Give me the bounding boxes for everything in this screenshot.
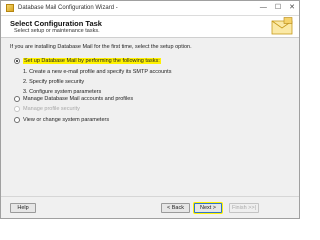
radio-view-change[interactable] xyxy=(14,117,20,123)
minimize-icon[interactable]: — xyxy=(260,3,267,12)
option-manage-accounts-label: Manage Database Mail accounts and profil… xyxy=(23,96,134,102)
help-button[interactable]: Help xyxy=(10,203,36,213)
wizard-window: Database Mail Configuration Wizard - — ☐… xyxy=(0,0,300,219)
setup-step-3: 3. Configure system parameters xyxy=(23,89,102,95)
option-view-change-label: View or change system parameters xyxy=(23,117,110,123)
finish-button: Finish >>| xyxy=(229,203,259,213)
close-icon[interactable]: ✕ xyxy=(289,3,295,12)
back-button[interactable]: < Back xyxy=(161,203,190,213)
next-button[interactable]: Next > xyxy=(194,203,222,213)
option-setup-label: Set up Database Mail by performing the f… xyxy=(23,58,161,64)
radio-setup[interactable] xyxy=(14,58,20,64)
maximize-icon[interactable]: ☐ xyxy=(275,3,281,12)
option-setup[interactable]: Set up Database Mail by performing the f… xyxy=(14,58,161,64)
wizard-header: Select Configuration Task Select setup o… xyxy=(1,16,299,38)
setup-step-2: 2. Specify profile security xyxy=(23,79,85,85)
setup-step-1: 1. Create a new e-mail profile and speci… xyxy=(23,69,172,75)
mail-envelope-icon xyxy=(271,17,293,35)
option-manage-accounts[interactable]: Manage Database Mail accounts and profil… xyxy=(14,96,133,102)
database-mail-icon xyxy=(6,4,14,12)
radio-manage-accounts[interactable] xyxy=(14,96,20,102)
radio-manage-security xyxy=(14,106,20,112)
footer-divider xyxy=(1,196,299,197)
content-area: If you are installing Database Mail for … xyxy=(1,38,299,196)
option-manage-security-label: Manage profile security xyxy=(23,106,80,112)
intro-text: If you are installing Database Mail for … xyxy=(10,44,192,50)
option-manage-security: Manage profile security xyxy=(14,106,80,112)
option-view-change[interactable]: View or change system parameters xyxy=(14,117,109,123)
title-bar: Database Mail Configuration Wizard - — ☐… xyxy=(1,1,299,16)
window-title: Database Mail Configuration Wizard - xyxy=(18,5,118,11)
page-title: Select Configuration Task xyxy=(10,19,102,28)
page-subtitle: Select setup or maintenance tasks. xyxy=(14,28,100,34)
